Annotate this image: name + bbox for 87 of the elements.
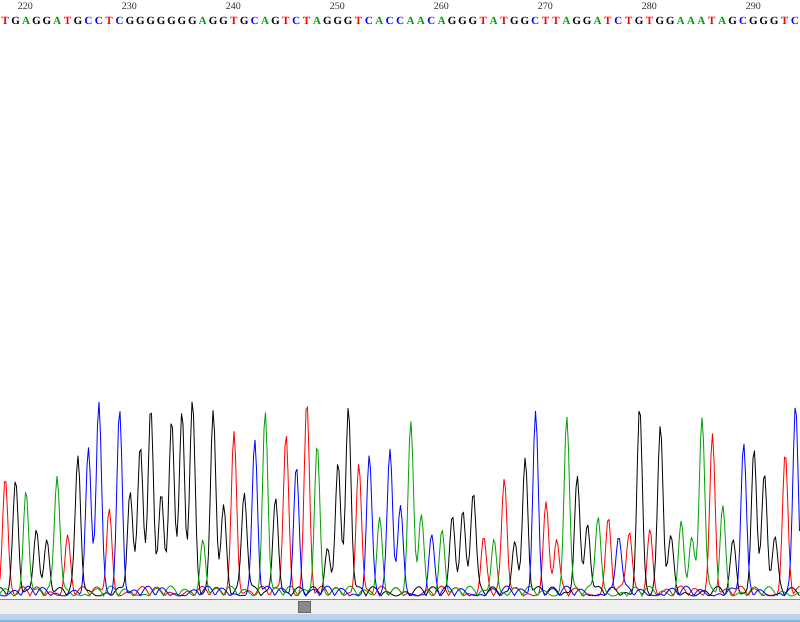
base-letter: C [291, 14, 302, 29]
base-letter: G [176, 14, 188, 29]
base-letter: G [446, 14, 458, 29]
base-letter: G [748, 14, 759, 29]
base-letter: G [10, 14, 21, 29]
base-letter: T [707, 14, 716, 29]
base-letter: G [457, 14, 468, 29]
base-letter: C [530, 14, 540, 29]
base-letter: T [499, 14, 509, 29]
base-letter: A [21, 14, 31, 29]
base-letter: T [281, 14, 290, 29]
base-letter: G [124, 14, 136, 29]
base-letter: G [634, 14, 644, 29]
base-letter: G [665, 14, 676, 29]
base-letter: T [0, 14, 10, 29]
base-letter: C [790, 14, 800, 29]
base-letter: T [624, 14, 634, 29]
base-letter: T [603, 14, 613, 29]
ruler-number: 280 [642, 1, 657, 12]
base-letter: C [364, 14, 374, 29]
base-letter: T [104, 14, 114, 29]
base-letter: T [229, 14, 238, 29]
base-letter: G [72, 14, 84, 29]
base-letter: A [717, 14, 728, 29]
base-letter: T [540, 14, 550, 29]
base-letter: C [395, 14, 406, 29]
ruler-number: 270 [538, 1, 553, 12]
base-letter: G [758, 14, 769, 29]
base-letter: G [166, 14, 177, 29]
base-letter: G [468, 14, 478, 29]
base-letter: G [322, 14, 332, 29]
ruler-number: 260 [434, 1, 449, 12]
base-letter: T [354, 14, 364, 29]
base-letter: G [187, 14, 198, 29]
base-letter: C [114, 14, 124, 29]
base-letter: A [592, 14, 602, 29]
base-letter: A [374, 14, 384, 29]
base-letter: A [312, 14, 322, 29]
ruler-number: 240 [226, 1, 241, 12]
base-letter: G [582, 14, 592, 29]
base-letter: G [342, 14, 354, 29]
base-letter: G [238, 14, 250, 29]
base-letter: A [696, 14, 706, 29]
base-letter: C [738, 14, 748, 29]
base-letter: A [52, 14, 62, 29]
base-letter: G [135, 14, 146, 29]
base-letter: T [302, 14, 312, 29]
base-letter: C [426, 14, 436, 29]
ruler-number: 250 [330, 1, 345, 12]
base-letter: A [676, 14, 686, 29]
base-letter: G [156, 14, 166, 29]
base-letter: C [384, 14, 395, 29]
base-letter: G [208, 14, 218, 29]
base-letter: A [198, 14, 208, 29]
base-letter: A [488, 14, 499, 29]
base-letter: T [551, 14, 561, 29]
base-letter: G [727, 14, 738, 29]
base-letter: G [42, 14, 52, 29]
base-letter: A [686, 14, 696, 29]
base-letter: A [260, 14, 270, 29]
base-letter: C [83, 14, 94, 29]
base-letter: A [436, 14, 447, 29]
base-letter: T [644, 14, 654, 29]
base-letter: G [571, 14, 582, 29]
ruler-number: 230 [122, 1, 137, 12]
base-letter: G [768, 14, 780, 29]
base-letter: G [218, 14, 229, 29]
base-letter: C [94, 14, 104, 29]
base-letter: G [509, 14, 520, 29]
base-letter: T [780, 14, 790, 29]
base-letter: G [520, 14, 530, 29]
base-letter: G [654, 14, 665, 29]
base-letter: G [31, 14, 42, 29]
base-letter: C [613, 14, 624, 29]
horizontal-scrollbar[interactable] [0, 600, 800, 614]
base-letter: G [332, 14, 343, 29]
base-letter: T [62, 14, 72, 29]
base-letter: A [416, 14, 426, 29]
ruler-number: 290 [746, 1, 761, 12]
base-letter: A [561, 14, 572, 29]
base-letter: C [250, 14, 260, 29]
base-letter: G [270, 14, 281, 29]
base-letter: G [145, 14, 156, 29]
scrollbar-thumb[interactable] [298, 601, 311, 613]
base-letter: A [405, 14, 416, 29]
base-letter: T [478, 14, 488, 29]
ruler-number: 220 [18, 1, 33, 12]
